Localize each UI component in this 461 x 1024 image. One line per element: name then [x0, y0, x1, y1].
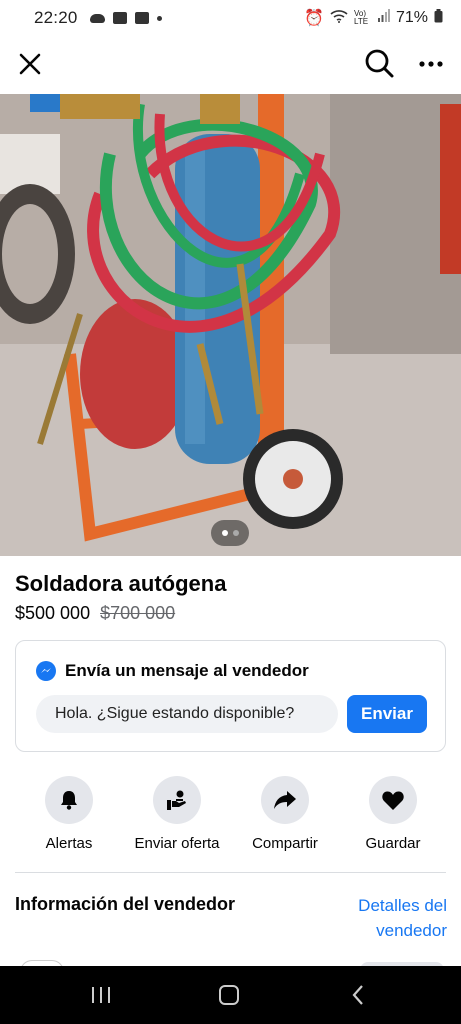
recent-apps-icon[interactable] [91, 986, 111, 1004]
share-label: Compartir [252, 835, 318, 852]
signal-icon [377, 9, 390, 27]
heart-icon [369, 776, 417, 824]
cloud-icon [89, 13, 105, 23]
youtube-icon [112, 12, 127, 24]
save-button[interactable]: Guardar [338, 776, 448, 852]
home-icon[interactable] [219, 985, 239, 1005]
close-icon[interactable] [14, 48, 46, 80]
message-input[interactable]: Hola. ¿Sigue estando disponible? [36, 695, 338, 733]
battery-icon [434, 8, 443, 28]
alarm-icon: ⏰ [304, 10, 324, 27]
battery-label: 71% [395, 9, 428, 26]
share-icon [261, 776, 309, 824]
message-seller-card: Envía un mensaje al vendedor Hola. ¿Sigu… [15, 640, 446, 752]
system-nav-bar [0, 966, 461, 1024]
pager-dot-active [221, 530, 228, 536]
send-offer-label: Enviar oferta [134, 835, 220, 852]
top-nav [0, 36, 461, 94]
lte-label: Vo) LTE [353, 9, 369, 26]
offer-icon [153, 776, 201, 824]
pager-dot [232, 530, 239, 536]
photo-pager [211, 520, 249, 546]
wifi-icon [330, 9, 348, 28]
save-label: Guardar [365, 835, 421, 852]
divider [15, 872, 446, 873]
message-header: Envía un mensaje al vendedor [36, 661, 309, 681]
search-icon[interactable] [362, 46, 396, 80]
dot-icon [156, 15, 162, 21]
status-time: 22:20 [34, 8, 78, 27]
seller-info-heading: Información del vendedor [15, 894, 236, 914]
listing-title: Soldadora autógena [15, 571, 227, 596]
message-heading: Envía un mensaje al vendedor [65, 661, 309, 680]
current-price: $500 000 [15, 603, 91, 623]
alerts-button[interactable]: Alertas [14, 776, 124, 852]
bell-icon [45, 776, 93, 824]
status-right: ⏰ Vo) LTE 71% [304, 8, 443, 28]
listing-price: $500 000 $700 000 [15, 603, 175, 624]
back-icon[interactable] [350, 984, 366, 1006]
seller-details-link[interactable]: Detalles del vendedor [327, 893, 447, 943]
original-price: $700 000 [100, 603, 176, 623]
messenger-icon [36, 661, 56, 681]
status-bar: 22:20 ⏰ Vo) LTE 71% [0, 0, 461, 36]
send-button[interactable]: Enviar [347, 695, 427, 733]
action-row: Alertas Enviar oferta Compartir Guardar [0, 776, 461, 856]
listing-photo[interactable] [0, 94, 461, 556]
notification-icons [89, 12, 162, 24]
alerts-label: Alertas [45, 835, 93, 852]
check-icon [134, 12, 149, 24]
share-button[interactable]: Compartir [230, 776, 340, 852]
more-horizontal-icon[interactable] [414, 48, 448, 80]
send-offer-button[interactable]: Enviar oferta [122, 776, 232, 852]
